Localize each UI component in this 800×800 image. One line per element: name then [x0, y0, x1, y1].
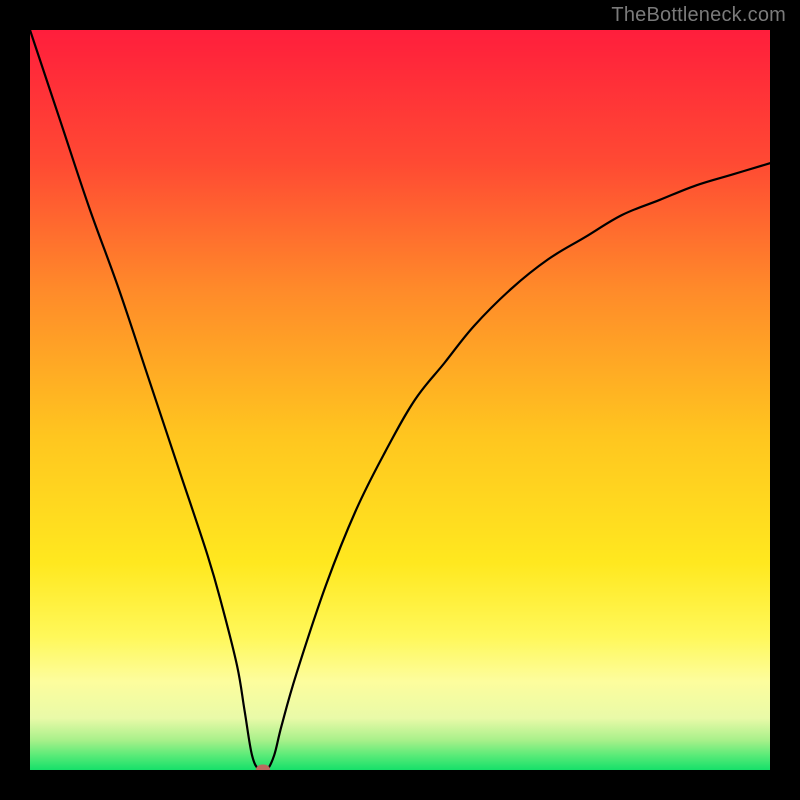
curve-path [30, 30, 770, 770]
watermark-label: TheBottleneck.com [611, 4, 786, 27]
chart-frame: TheBottleneck.com [0, 0, 800, 800]
bottleneck-curve [30, 30, 770, 770]
plot-area [30, 30, 770, 770]
optimum-marker [256, 765, 270, 771]
